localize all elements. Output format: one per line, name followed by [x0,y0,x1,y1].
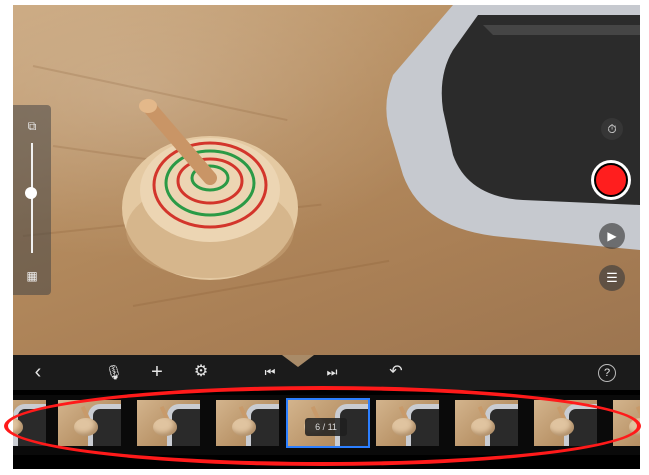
clip-thumbnail[interactable] [376,400,439,446]
editor-toolbar: ‹ 🎙 + ⚙ ⏮ ⏭ ↶ ? [13,355,640,390]
previous-clip-button[interactable]: ⏮ [259,363,281,381]
clip-thumbnail[interactable] [613,400,640,446]
clip-counter: 6 / 11 [305,418,347,436]
app-frame: ⧉ ▦ ⏱ ▶ ☰ ‹ 🎙 + ⚙ ⏮ ⏭ ↶ ? [13,5,640,469]
clip-thumbnail[interactable] [137,400,200,446]
clip-thumbnail[interactable] [455,400,518,446]
next-clip-button[interactable]: ⏭ [321,363,343,381]
playhead-notch [282,355,314,367]
spinning-top [122,99,298,280]
zoom-panel: ⧉ ▦ [13,105,51,295]
back-button[interactable]: ‹ [27,362,49,382]
record-icon [594,163,628,197]
effects-icon[interactable]: ⚙ [190,363,212,381]
clip-thumbnail[interactable] [216,400,279,446]
zoom-slider-knob[interactable] [25,186,37,199]
help-button[interactable]: ? [598,364,616,382]
undo-button[interactable]: ↶ [385,363,407,381]
clip-thumbnail[interactable] [13,400,46,446]
clip-thumbnail[interactable] [58,400,121,446]
sliders-icon[interactable]: ☰ [599,265,625,291]
zoom-wide-icon[interactable]: ⧉ [22,119,42,133]
microphone-icon[interactable]: 🎙 [103,363,125,381]
camera-preview[interactable]: ⧉ ▦ ⏱ ▶ ☰ [13,5,640,355]
play-icon[interactable]: ▶ [599,223,625,249]
grid-off-icon[interactable]: ▦ [22,269,42,283]
add-button[interactable]: + [146,362,168,382]
timer-icon[interactable]: ⏱ [601,118,623,140]
clip-thumbnail[interactable] [534,400,597,446]
record-button[interactable] [591,160,631,200]
